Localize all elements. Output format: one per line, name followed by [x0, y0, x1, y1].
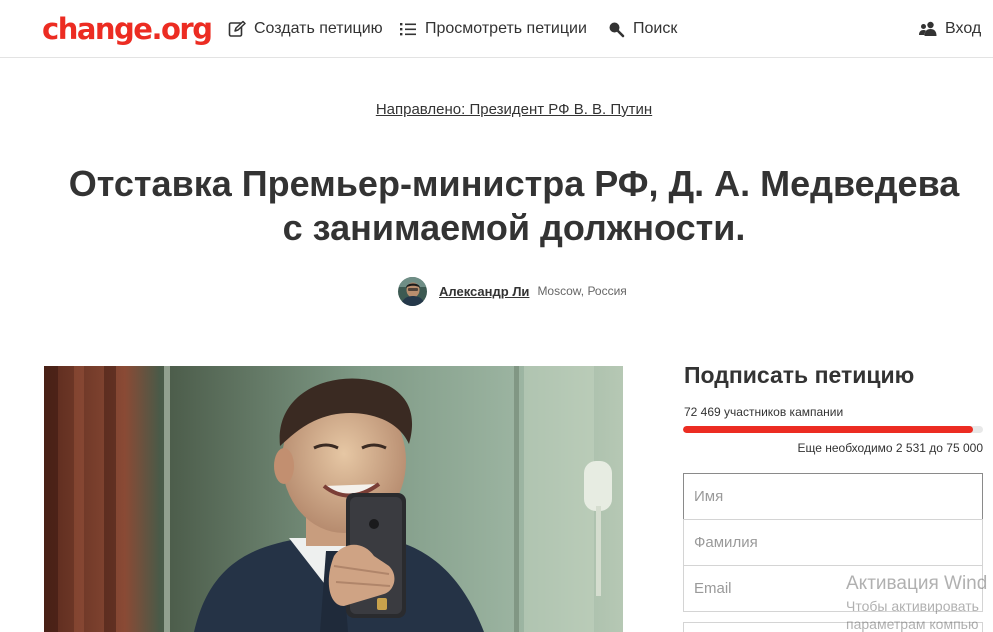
pencil-square-icon: [227, 19, 247, 39]
next-form-field[interactable]: [683, 622, 983, 632]
users-icon: [918, 19, 938, 39]
nav-browse-petitions[interactable]: Просмотреть петиции: [398, 18, 587, 40]
top-header: change.org Создать петицию Просмотреть п…: [0, 0, 993, 58]
nav-create-label: Создать петицию: [254, 20, 383, 37]
petition-target-link[interactable]: Направлено: Президент РФ В. В. Путин: [376, 101, 652, 118]
email-input[interactable]: [683, 565, 983, 612]
petition-title: Отставка Премьер-министра РФ, Д. А. Медв…: [68, 163, 960, 248]
petition-photo[interactable]: [44, 366, 623, 632]
signature-progress-bar: [683, 426, 983, 433]
author-location: Moscow, Россия: [537, 284, 627, 298]
author-avatar[interactable]: [398, 276, 427, 306]
nav-search[interactable]: Поиск: [606, 18, 677, 40]
petition-target: Направлено: Президент РФ В. В. Путин: [0, 101, 993, 118]
search-icon: [606, 19, 626, 39]
list-icon: [398, 19, 418, 39]
last-name-input[interactable]: [683, 519, 983, 566]
nav-search-label: Поиск: [633, 20, 678, 37]
signature-progress-fill: [683, 426, 973, 433]
nav-login[interactable]: Вход: [918, 18, 981, 40]
change-org-logo[interactable]: change.org: [42, 12, 213, 46]
sign-petition-title: Подписать петицию: [684, 362, 915, 388]
signatures-needed: Еще необходимо 2 531 до 75 000: [797, 441, 983, 455]
nav-create-petition[interactable]: Создать петицию: [227, 18, 383, 40]
author-name[interactable]: Александр Ли: [439, 284, 529, 299]
nav-browse-label: Просмотреть петиции: [425, 20, 587, 37]
first-name-input[interactable]: [683, 473, 983, 520]
petition-author: Александр Ли Moscow, Россия: [398, 276, 627, 306]
nav-login-label: Вход: [945, 20, 982, 37]
signature-count: 72 469 участников кампании: [684, 405, 844, 419]
